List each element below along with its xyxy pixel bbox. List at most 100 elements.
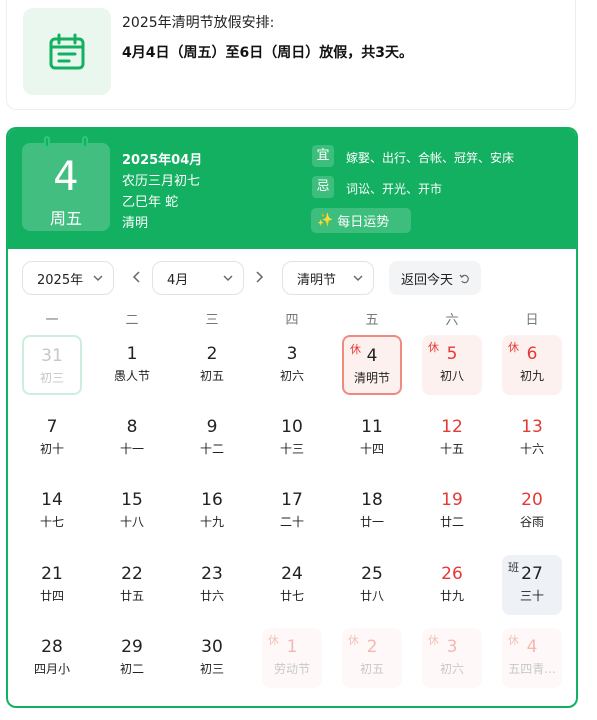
chevron-down-icon: [353, 275, 363, 281]
day-cell[interactable]: 班 27 三十: [502, 555, 562, 615]
lunar-label: 初六: [439, 662, 464, 676]
day-cell[interactable]: 18 廿一: [342, 481, 402, 541]
day-cell[interactable]: 15 十八: [102, 481, 162, 541]
lunar-label: 初三: [199, 662, 224, 676]
lunar-label: 十六: [519, 442, 544, 456]
day-cell[interactable]: 休 5 初八: [422, 335, 482, 395]
lunar-date-label: 农历三月初七: [122, 174, 201, 189]
lunar-label: 廿五: [119, 589, 144, 603]
day-cell[interactable]: 26 廿九: [422, 555, 482, 615]
day-cell[interactable]: 7 初十: [22, 408, 82, 468]
back-to-today-button[interactable]: 返回今天: [389, 261, 481, 295]
lunar-label: 十一: [119, 442, 144, 456]
day-cell[interactable]: 19 廿二: [422, 481, 482, 541]
day-cell[interactable]: 休 3 初六: [422, 628, 482, 688]
day-cell[interactable]: 13 十六: [502, 408, 562, 468]
lunar-label: 廿六: [199, 589, 224, 603]
weekday-label: 日: [525, 313, 539, 328]
day-number: 5: [446, 344, 458, 364]
lunar-label: 三十: [519, 589, 544, 603]
month-select[interactable]: 4月: [152, 261, 244, 295]
day-number: 6: [526, 344, 538, 364]
day-cell[interactable]: 休 1 劳动节: [262, 628, 322, 688]
day-cell[interactable]: 25 廿八: [342, 555, 402, 615]
day-cell[interactable]: 休 4 五四青...: [502, 628, 562, 688]
year-select[interactable]: 2025年: [22, 261, 114, 295]
day-number: 24: [281, 564, 303, 584]
daily-fortune-label: 每日运势: [337, 215, 390, 230]
day-cell[interactable]: 9 十二: [182, 408, 242, 468]
year-select-value: 2025年: [37, 272, 84, 288]
prev-month-arrow-icon[interactable]: [132, 271, 142, 283]
next-month-arrow-icon[interactable]: [254, 271, 264, 283]
day-cell[interactable]: 休 4 清明节: [342, 335, 402, 395]
holiday-notice-card[interactable]: 2025年清明节放假安排: 4月4日（周五）至6日（周日）放假，共3天。: [6, 0, 576, 110]
day-cell[interactable]: 10 十三: [262, 408, 322, 468]
chevron-down-icon: [93, 275, 103, 281]
lunar-label: 十九: [199, 515, 224, 529]
day-cell[interactable]: 休 2 初五: [342, 628, 402, 688]
day-number: 22: [121, 564, 143, 584]
day-cell[interactable]: 16 十九: [182, 481, 242, 541]
weekday-label: 五: [365, 313, 379, 328]
calendar-ring-icon: [82, 136, 88, 148]
day-cell[interactable]: 28 四月小: [22, 628, 82, 688]
day-cell[interactable]: 23 廿六: [182, 555, 242, 615]
lunar-label: 十四: [359, 442, 384, 456]
lunar-label: 二十: [279, 515, 304, 529]
day-cell[interactable]: 24 廿七: [262, 555, 322, 615]
day-cell[interactable]: 14 十七: [22, 481, 82, 541]
day-number: 14: [41, 490, 63, 510]
daily-fortune-button[interactable]: ✨ 每日运势: [311, 208, 411, 233]
day-number: 1: [126, 344, 138, 364]
lunar-label: 廿二: [439, 515, 464, 529]
yi-text: 嫁娶、出行、合帐、冠笄、安床: [346, 151, 515, 165]
day-cell[interactable]: 29 初二: [102, 628, 162, 688]
sparkle-icon: ✨: [317, 213, 334, 228]
lunar-label: 初八: [439, 369, 464, 383]
lunar-label: 初十: [39, 442, 64, 456]
lunar-label: 初三: [39, 371, 64, 385]
day-number: 13: [521, 417, 543, 437]
day-cell[interactable]: 30 初三: [182, 628, 242, 688]
day-cell[interactable]: 11 十四: [342, 408, 402, 468]
yi-tag: 宜: [312, 145, 334, 167]
ganzhi-label: 乙巳年 蛇: [122, 195, 179, 210]
day-cell[interactable]: 12 十五: [422, 408, 482, 468]
lunar-label: 清明节: [353, 371, 390, 385]
lunar-label: 廿九: [439, 589, 464, 603]
day-cell[interactable]: 22 廿五: [102, 555, 162, 615]
day-cell[interactable]: 31 初三: [22, 335, 82, 395]
weekday-label: 二: [125, 313, 139, 328]
day-number: 8: [126, 417, 138, 437]
day-number: 28: [41, 637, 63, 657]
day-cell[interactable]: 8 十一: [102, 408, 162, 468]
holiday-select[interactable]: 清明节: [282, 261, 374, 295]
day-cell[interactable]: 20 谷雨: [502, 481, 562, 541]
lunar-label: 初二: [119, 662, 144, 676]
day-number: 3: [286, 344, 298, 364]
calendar-widget: 4 周五 2025年04月 农历三月初七 乙巳年 蛇 清明 宜 嫁娶、出行、合帐…: [6, 127, 578, 708]
day-cell[interactable]: 2 初五: [182, 335, 242, 395]
day-number: 15: [121, 490, 143, 510]
lunar-label: 初五: [359, 662, 384, 676]
calendar-icon: [23, 8, 111, 95]
weekday-label: 一: [45, 313, 59, 328]
day-number: 27: [521, 564, 543, 584]
holiday-description: 4月4日（周五）至6日（周日）放假，共3天。: [122, 45, 413, 61]
day-cell[interactable]: 21 廿四: [22, 555, 82, 615]
weekday-label: 三: [205, 313, 219, 328]
day-cell[interactable]: 17 二十: [262, 481, 322, 541]
year-month-label: 2025年04月: [122, 153, 203, 168]
lunar-label: 初六: [279, 369, 304, 383]
day-cell[interactable]: 休 6 初九: [502, 335, 562, 395]
day-number: 18: [361, 490, 383, 510]
day-cell[interactable]: 1 愚人节: [102, 335, 162, 395]
ji-text: 词讼、开光、开市: [346, 182, 443, 196]
lunar-label: 廿一: [359, 515, 384, 529]
ji-tag: 忌: [312, 176, 334, 198]
day-cell[interactable]: 3 初六: [262, 335, 322, 395]
month-select-value: 4月: [167, 272, 189, 288]
selected-weekday: 周五: [49, 209, 82, 228]
holiday-select-value: 清明节: [297, 272, 337, 288]
